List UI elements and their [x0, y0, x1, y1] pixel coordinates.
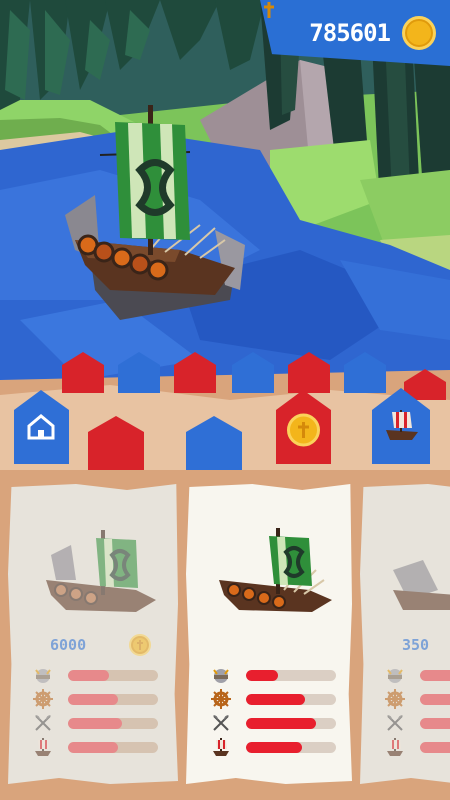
- wheel-icon: [211, 689, 231, 709]
- stat-bar: [68, 718, 158, 729]
- stat-helmet: [384, 664, 450, 686]
- ship-preview: [219, 528, 332, 612]
- stat-bar: [68, 694, 158, 705]
- stat-bar: [246, 670, 336, 681]
- stat-bar-fill: [420, 670, 450, 681]
- stat-ship: [210, 736, 350, 758]
- stat-axes: [210, 712, 350, 734]
- stat-bar-fill: [420, 742, 450, 753]
- stat-bar: [420, 718, 450, 729]
- stat-bar-fill: [246, 742, 302, 753]
- ships-tab[interactable]: [372, 388, 430, 464]
- shop-coin-button[interactable]: [276, 390, 331, 464]
- stat-wheel: [384, 688, 450, 710]
- stat-bar: [68, 670, 158, 681]
- stat-ship: [384, 736, 450, 758]
- stat-axes: [384, 712, 450, 734]
- game-scene: 785601: [0, 0, 450, 470]
- ship-price: 6000: [8, 634, 178, 658]
- helmet-icon: [387, 669, 403, 683]
- ship-selection-panel: 6000 350: [0, 470, 450, 800]
- ship-icon: [35, 738, 51, 756]
- stat-axes: [32, 712, 172, 734]
- coin-icon: [287, 413, 320, 447]
- stat-bar-fill: [246, 694, 305, 705]
- stat-bar: [246, 718, 336, 729]
- axes-icon: [387, 715, 403, 731]
- home-button[interactable]: [14, 390, 69, 464]
- stat-bar-fill: [68, 670, 109, 681]
- ship-price: 350: [360, 634, 450, 658]
- stat-bar: [420, 670, 450, 681]
- wheel-icon: [385, 689, 405, 709]
- stat-helmet: [32, 664, 172, 686]
- stat-wheel: [32, 688, 172, 710]
- gold-coin-icon: [264, 2, 436, 50]
- ship-card-1[interactable]: 6000: [8, 484, 178, 784]
- stat-bar: [68, 742, 158, 753]
- stat-wheel: [210, 688, 350, 710]
- ship-icon: [387, 738, 403, 756]
- stat-bar: [420, 694, 450, 705]
- stat-bar-fill: [420, 718, 450, 729]
- axes-icon: [213, 715, 229, 731]
- coin-icon: [129, 634, 151, 656]
- helmet-icon: [213, 669, 229, 683]
- stat-helmet: [210, 664, 350, 686]
- ship-preview: [393, 560, 450, 610]
- price-text: 6000: [50, 636, 87, 654]
- coin-balance: 785601: [309, 19, 391, 47]
- helmet-icon: [35, 669, 51, 683]
- stat-bar-fill: [68, 718, 122, 729]
- ship-card-2[interactable]: [186, 484, 352, 784]
- wheel-icon: [33, 689, 53, 709]
- stat-bar-fill: [246, 718, 317, 729]
- stat-bar: [246, 742, 336, 753]
- stat-bar-fill: [68, 742, 118, 753]
- axes-icon: [35, 715, 51, 731]
- ship-preview: [46, 530, 156, 612]
- stat-bar: [420, 742, 450, 753]
- stat-bar-fill: [246, 670, 278, 681]
- stat-bar-fill: [68, 694, 118, 705]
- stat-bar: [246, 694, 336, 705]
- price-text: 350: [402, 636, 430, 654]
- ship-card-3[interactable]: 350: [360, 484, 450, 784]
- stat-bar-fill: [420, 694, 450, 705]
- ship-icon: [213, 738, 229, 756]
- stat-ship: [32, 736, 172, 758]
